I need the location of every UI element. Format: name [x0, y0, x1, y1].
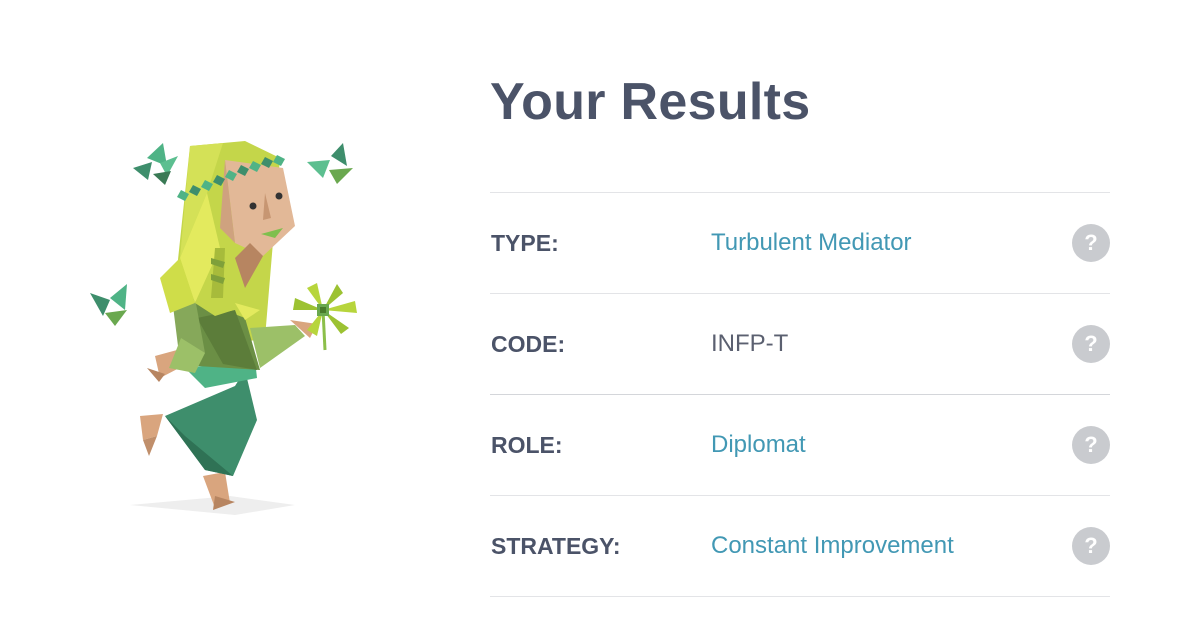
- question-mark-icon: ?: [1084, 432, 1098, 457]
- question-mark-icon: ?: [1084, 331, 1098, 356]
- type-value-link[interactable]: Turbulent Mediator: [711, 193, 912, 293]
- butterfly-icon: [90, 284, 127, 326]
- results-list: TYPE: Turbulent Mediator ? CODE: INFP-T …: [490, 192, 1110, 597]
- question-mark-icon: ?: [1084, 230, 1098, 255]
- result-row-type: TYPE: Turbulent Mediator ?: [490, 193, 1110, 294]
- flower-icon: [293, 283, 357, 351]
- role-help-button[interactable]: ?: [1072, 426, 1110, 464]
- code-value: INFP-T: [711, 330, 789, 357]
- results-panel: Your Results TYPE: Turbulent Mediator ? …: [490, 60, 1110, 597]
- type-help-button[interactable]: ?: [1072, 224, 1110, 262]
- strategy-value-link[interactable]: Constant Improvement: [711, 496, 954, 596]
- page-title: Your Results: [490, 73, 811, 131]
- butterfly-icon: [307, 143, 353, 184]
- result-row-strategy: STRATEGY: Constant Improvement ?: [490, 496, 1110, 597]
- mediator-character-illustration: [85, 138, 370, 523]
- strategy-help-button[interactable]: ?: [1072, 527, 1110, 565]
- strategy-label: STRATEGY:: [491, 533, 621, 559]
- result-row-role: ROLE: Diplomat ?: [490, 395, 1110, 496]
- code-label: CODE:: [491, 331, 566, 357]
- role-value-link[interactable]: Diplomat: [711, 395, 806, 495]
- type-label: TYPE:: [491, 230, 559, 256]
- role-label: ROLE:: [491, 432, 563, 458]
- butterfly-icon: [133, 143, 178, 185]
- question-mark-icon: ?: [1084, 533, 1098, 558]
- result-row-code: CODE: INFP-T ?: [490, 294, 1110, 395]
- code-help-button[interactable]: ?: [1072, 325, 1110, 363]
